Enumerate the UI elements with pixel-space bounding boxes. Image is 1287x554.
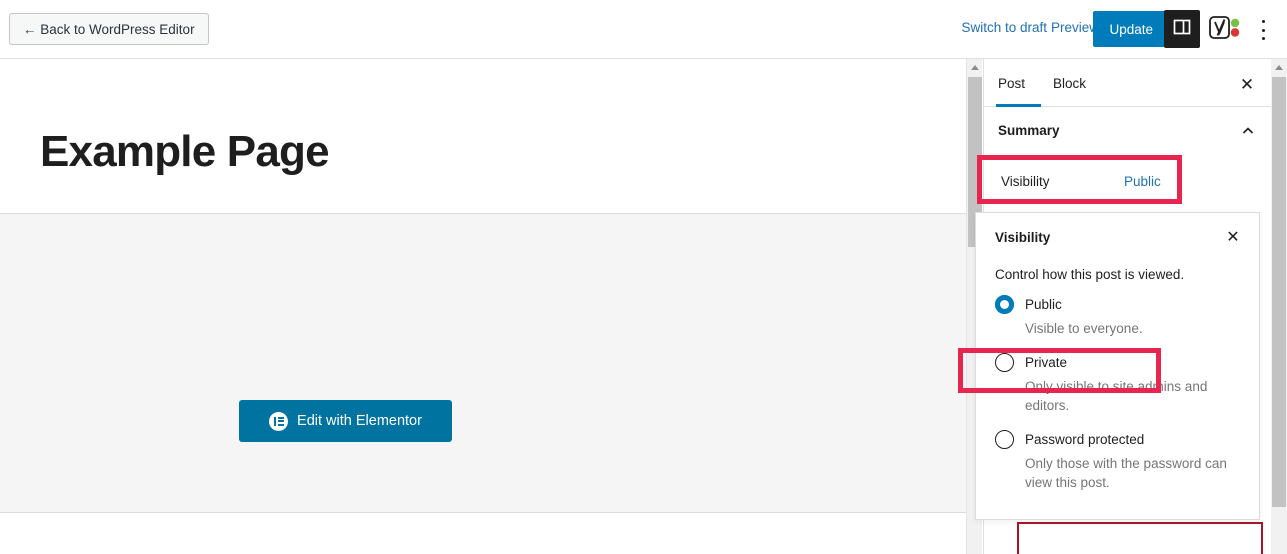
summary-title: Summary	[998, 123, 1060, 138]
radio-public-description: Visible to everyone.	[1025, 321, 1143, 336]
scrollbar-thumb[interactable]	[1272, 77, 1286, 507]
close-popover-icon[interactable]: ✕	[1222, 227, 1244, 249]
visibility-option-public[interactable]: Public Visible to everyone.	[976, 295, 1261, 339]
visibility-option-password-protected[interactable]: Password protected Only those with the p…	[976, 429, 1261, 493]
scroll-up-arrow-icon[interactable]	[1271, 59, 1287, 76]
radio-password-protected-description: Only those with the password can view th…	[1025, 455, 1227, 491]
visibility-option-private[interactable]: Private Only visible to site admins and …	[976, 352, 1261, 416]
sidebar-panel-icon	[1173, 18, 1191, 41]
edit-with-elementor-button[interactable]: Edit with Elementor	[239, 400, 452, 442]
summary-panel-header[interactable]: Summary	[984, 107, 1272, 154]
kebab-dot	[1261, 28, 1265, 32]
radio-public-label: Public	[1025, 297, 1062, 312]
more-options-button[interactable]	[1251, 17, 1275, 43]
radio-private-icon[interactable]	[995, 352, 1014, 372]
post-title[interactable]: Example Page	[40, 127, 330, 177]
visibility-row[interactable]: Visibility Public	[984, 163, 1272, 199]
scroll-up-arrow-icon[interactable]	[967, 59, 983, 76]
visibility-radio-group: Public Visible to everyone. Private Only…	[976, 295, 1261, 493]
tab-post[interactable]: Post	[998, 59, 1025, 107]
content-block-area[interactable]	[0, 213, 966, 513]
radio-private-label: Private	[1025, 354, 1068, 370]
switch-to-draft-link[interactable]: Switch to draft	[961, 20, 1047, 35]
visibility-popover: Visibility ✕ Control how this post is vi…	[975, 212, 1260, 520]
editor-canvas: Example Page Edit with Elementor	[0, 59, 966, 554]
elementor-logo-icon	[269, 411, 289, 431]
preview-link[interactable]: Preview	[1051, 20, 1099, 35]
chevron-up-icon[interactable]	[1240, 123, 1256, 139]
top-toolbar: ← Back to WordPress Editor Switch to dra…	[0, 0, 1287, 59]
kebab-dot	[1261, 37, 1265, 40]
radio-password-protected-icon[interactable]	[995, 429, 1014, 449]
sidebar-scrollbar[interactable]	[1271, 59, 1287, 554]
popover-description: Control how this post is viewed.	[995, 267, 1185, 282]
update-button[interactable]: Update	[1093, 11, 1169, 47]
editor-root: ← Back to WordPress Editor Switch to dra…	[0, 0, 1287, 554]
settings-sidebar-toggle-button[interactable]	[1164, 10, 1200, 48]
visibility-label: Visibility	[1001, 173, 1050, 189]
radio-private-description: Only visible to site admins and editors.	[1025, 378, 1208, 414]
yoast-seo-icon[interactable]	[1209, 13, 1243, 43]
elementor-button-label: Edit with Elementor	[297, 413, 422, 429]
visibility-value-button[interactable]: Public	[1124, 174, 1161, 189]
sidebar-tablist: Post Block ✕	[984, 59, 1272, 107]
close-sidebar-icon[interactable]: ✕	[1236, 73, 1258, 95]
radio-public-icon[interactable]	[995, 295, 1014, 314]
kebab-dot	[1261, 20, 1265, 23]
back-to-wordpress-editor-button[interactable]: ← Back to WordPress Editor	[9, 13, 209, 45]
radio-password-protected-label: Password protected	[1025, 431, 1145, 447]
tab-block[interactable]: Block	[1053, 59, 1086, 107]
popover-title: Visibility	[995, 230, 1051, 245]
